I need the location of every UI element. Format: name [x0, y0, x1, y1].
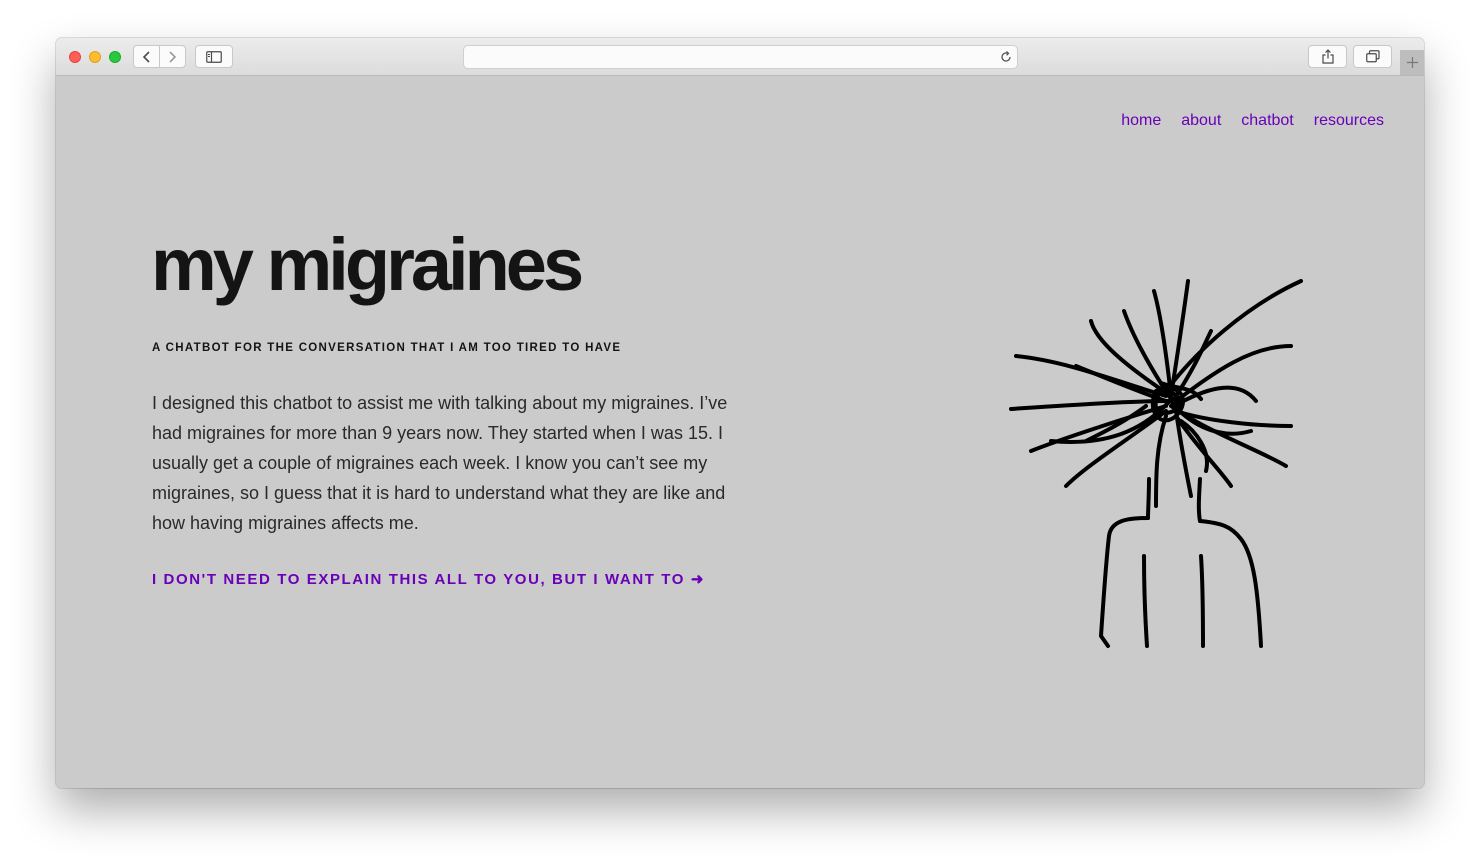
- page-title: my migraines: [151, 223, 584, 306]
- explain-cta-link[interactable]: I DON'T NEED TO EXPLAIN THIS ALL TO YOU,…: [152, 570, 705, 588]
- reload-icon[interactable]: [999, 50, 1013, 64]
- close-window-button[interactable]: [69, 51, 81, 63]
- nav-link-about[interactable]: about: [1181, 112, 1221, 130]
- nav-link-home[interactable]: home: [1121, 112, 1161, 130]
- share-icon: [1321, 49, 1334, 64]
- new-tab-button[interactable]: [1400, 50, 1424, 75]
- browser-toolbar: [56, 38, 1424, 76]
- nav-link-resources[interactable]: resources: [1314, 112, 1384, 130]
- address-bar[interactable]: [463, 45, 1018, 69]
- nav-link-chatbot[interactable]: chatbot: [1241, 112, 1293, 130]
- chevron-right-icon: [169, 50, 177, 63]
- fullscreen-window-button[interactable]: [109, 51, 121, 63]
- tabs-overview-button[interactable]: [1353, 45, 1392, 68]
- tabs-overview-icon: [1365, 50, 1380, 63]
- chevron-left-icon: [142, 50, 150, 63]
- intro-paragraph: I designed this chatbot to assist me wit…: [152, 393, 728, 533]
- plus-icon: [1406, 57, 1418, 68]
- share-button[interactable]: [1308, 45, 1347, 68]
- minimize-window-button[interactable]: [89, 51, 101, 63]
- page-content: home about chatbot resources my migraine…: [56, 76, 1424, 788]
- sidebar-button[interactable]: [195, 45, 233, 68]
- sidebar-icon: [206, 50, 222, 63]
- scribbled-head-figure-illustration: [1009, 279, 1303, 648]
- forward-button[interactable]: [160, 46, 185, 67]
- browser-window: home about chatbot resources my migraine…: [56, 38, 1424, 788]
- history-navigation: [133, 45, 186, 68]
- site-navigation: home about chatbot resources: [1121, 112, 1384, 130]
- page-subtitle: A CHATBOT FOR THE CONVERSATION THAT I AM…: [152, 342, 622, 354]
- back-button[interactable]: [134, 46, 159, 67]
